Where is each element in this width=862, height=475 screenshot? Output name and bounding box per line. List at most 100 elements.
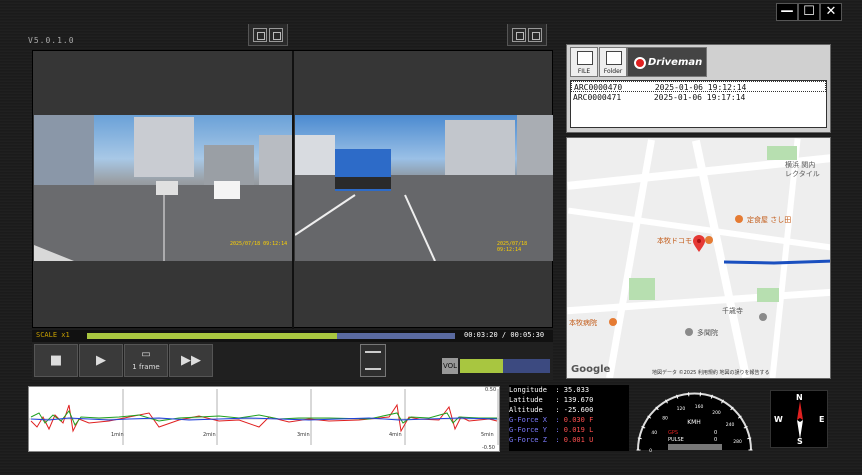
frame-step-label: 1 frame (132, 363, 160, 371)
speed-tick-label: 200 (712, 410, 721, 416)
close-button[interactable]: ✕ (820, 3, 842, 21)
gps-readout: Longitude : 35.033 Latitude : 139.670 Al… (509, 385, 629, 451)
graph-y-min: -0.50 (482, 445, 495, 451)
play-icon: ▶ (96, 353, 106, 368)
playback-controls: ■ ▶ ▭ 1 frame ▶▶ VOL (32, 342, 553, 380)
file-row[interactable]: ARC0000470 2025-01-06 19:12:14 (571, 81, 826, 92)
front-camera-video[interactable]: 2025/07/18 09:12:14 (34, 115, 292, 261)
file-name: ARC0000471 (573, 93, 622, 102)
fast-forward-button[interactable]: ▶▶ (169, 344, 213, 377)
gforce-x-line: G-Force X : 0.030 F (509, 416, 594, 424)
single-view-icon[interactable] (253, 27, 267, 42)
speed-unit: KMH (687, 419, 701, 426)
graph-time-tick: 5min (481, 432, 494, 438)
stop-icon: ■ (49, 353, 63, 368)
progress-track[interactable] (87, 333, 455, 339)
map-route (724, 259, 830, 265)
app-window: — ☐ ✕ V5.0.1.0 2025/07/18 09:12:14 2025/… (0, 0, 862, 475)
driveman-logo-icon (634, 57, 646, 69)
map-attribution[interactable]: 地図データ ©2025 利用規約 地図の誤りを報告する (652, 369, 770, 376)
google-logo: Google (571, 364, 611, 375)
map-label: 本牧ドコモ (657, 237, 692, 245)
speed-tick-label: 120 (677, 406, 686, 412)
map-label: 千歳寺 (722, 307, 743, 315)
volume-label: VOL (442, 358, 458, 374)
fullscreen-button[interactable] (360, 344, 386, 377)
brand-tab[interactable]: Driveman (627, 47, 707, 77)
single-view-icon[interactable] (512, 27, 526, 42)
map-street (567, 288, 830, 315)
speed-tick-label: 160 (695, 404, 704, 410)
map-view[interactable]: 横浜 関内 レクタイル 定食屋 さし田 本牧ドコモ 本牧病院 千歳寺 多聞院 G… (566, 137, 831, 379)
dual-view-icon[interactable] (528, 27, 542, 42)
map-label: 定食屋 さし田 (747, 216, 792, 224)
map-label: 本牧病院 (569, 319, 597, 327)
brand-label: Driveman (648, 57, 703, 68)
file-icon (577, 51, 593, 65)
temple-poi-icon (685, 328, 693, 336)
fast-forward-icon: ▶▶ (181, 353, 201, 368)
time-readout: 00:03:20 / 00:05:30 (464, 331, 545, 339)
video-area: 2025/07/18 09:12:14 2025/07/18 09:12:14 (32, 50, 553, 329)
map-park (767, 146, 797, 160)
speedometer-gauge: 0 40 80 120 160 200 240 280 KMH GPS 0 PULSE 0 (636, 392, 753, 454)
minimize-button[interactable]: — (776, 3, 798, 21)
temple-poi-icon (759, 313, 767, 321)
gforce-graph[interactable]: 0.50 -0.50 1min 2min 3min 4min 5min (28, 386, 500, 452)
frame-icon: ▭ (141, 349, 151, 360)
restaurant-poi-icon (735, 215, 743, 223)
speed-tick-label: 0 (649, 448, 652, 454)
gforce-z-line: G-Force Z : 0.001 U (509, 436, 594, 444)
map-label: 多聞院 (697, 329, 718, 337)
pulse-speed-value: 0 (714, 437, 717, 443)
location-pin-icon (693, 235, 705, 252)
latitude-line: Latitude : 139.670 (509, 396, 594, 404)
fullscreen-icon (365, 351, 381, 370)
graph-time-tick: 4min (389, 432, 402, 438)
folder-icon (606, 51, 622, 65)
map-park (757, 288, 779, 302)
speed-tick-label: 280 (733, 439, 742, 445)
longitude-line: Longitude : 35.033 (509, 386, 590, 394)
version-label: V5.0.1.0 (28, 36, 75, 45)
file-panel: FILE Folder Driveman ARC0000470 2025-01-… (566, 44, 831, 133)
speed-tick-label: 240 (726, 422, 735, 428)
play-button[interactable]: ▶ (79, 344, 123, 377)
gforce-y-line: G-Force Y : 0.019 L (509, 426, 594, 434)
file-row[interactable]: ARC0000471 2025-01-06 19:17:14 (571, 92, 826, 103)
speedometer-base (668, 444, 722, 450)
gps-speed-label: GPS (668, 430, 678, 436)
maximize-button[interactable]: ☐ (798, 3, 820, 21)
view-toggle-left[interactable] (248, 24, 288, 46)
compass-north: N (796, 393, 803, 402)
frame-step-button[interactable]: ▭ 1 frame (124, 344, 168, 377)
stop-button[interactable]: ■ (34, 344, 78, 377)
pulse-speed-label: PULSE (668, 437, 684, 443)
speed-tick-label: 80 (662, 415, 668, 421)
dual-view-icon[interactable] (269, 27, 283, 42)
file-tab[interactable]: FILE (570, 47, 598, 77)
compass-south: S (797, 437, 803, 446)
view-toggle-right[interactable] (507, 24, 547, 46)
volume-slider[interactable] (460, 359, 550, 373)
compass-west: W (774, 415, 783, 424)
map-park (629, 278, 655, 300)
video-divider (292, 51, 294, 329)
timeline-bar: SCALE x1 00:03:20 / 00:05:30 (32, 330, 553, 342)
shop-poi-icon (705, 236, 713, 244)
graph-time-tick: 3min (297, 432, 310, 438)
rear-camera-video[interactable]: 2025/07/18 09:12:14 (295, 115, 553, 261)
file-tab-label: FILE (577, 68, 591, 75)
folder-tab[interactable]: Folder (599, 47, 627, 77)
scale-label: SCALE x1 (36, 331, 70, 339)
graph-time-tick: 1min (111, 432, 124, 438)
file-datetime: 2025-01-06 19:17:14 (653, 93, 746, 102)
graph-y-max: 0.50 (485, 387, 497, 393)
hospital-poi-icon (609, 318, 617, 326)
gforce-plot (29, 389, 499, 445)
file-list: ARC0000470 2025-01-06 19:12:14 ARC000047… (570, 80, 827, 128)
folder-tab-label: Folder (603, 68, 623, 75)
volume-fill (460, 359, 504, 373)
front-camera-scene (34, 115, 292, 261)
map-label: レクタイル (785, 170, 820, 178)
